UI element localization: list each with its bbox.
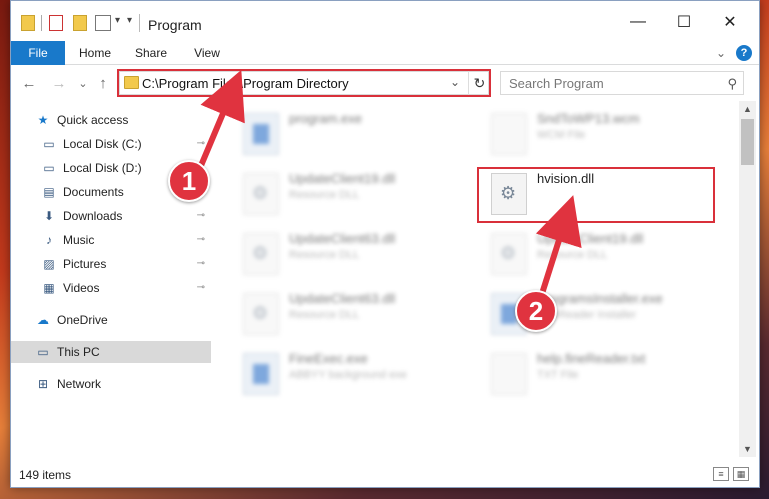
- arrow-1: [197, 69, 245, 170]
- step-2-badge: 2: [515, 290, 557, 332]
- step-1-badge: 1: [168, 160, 210, 202]
- annotation-arrows: [197, 69, 582, 301]
- arrow-2: [535, 195, 582, 301]
